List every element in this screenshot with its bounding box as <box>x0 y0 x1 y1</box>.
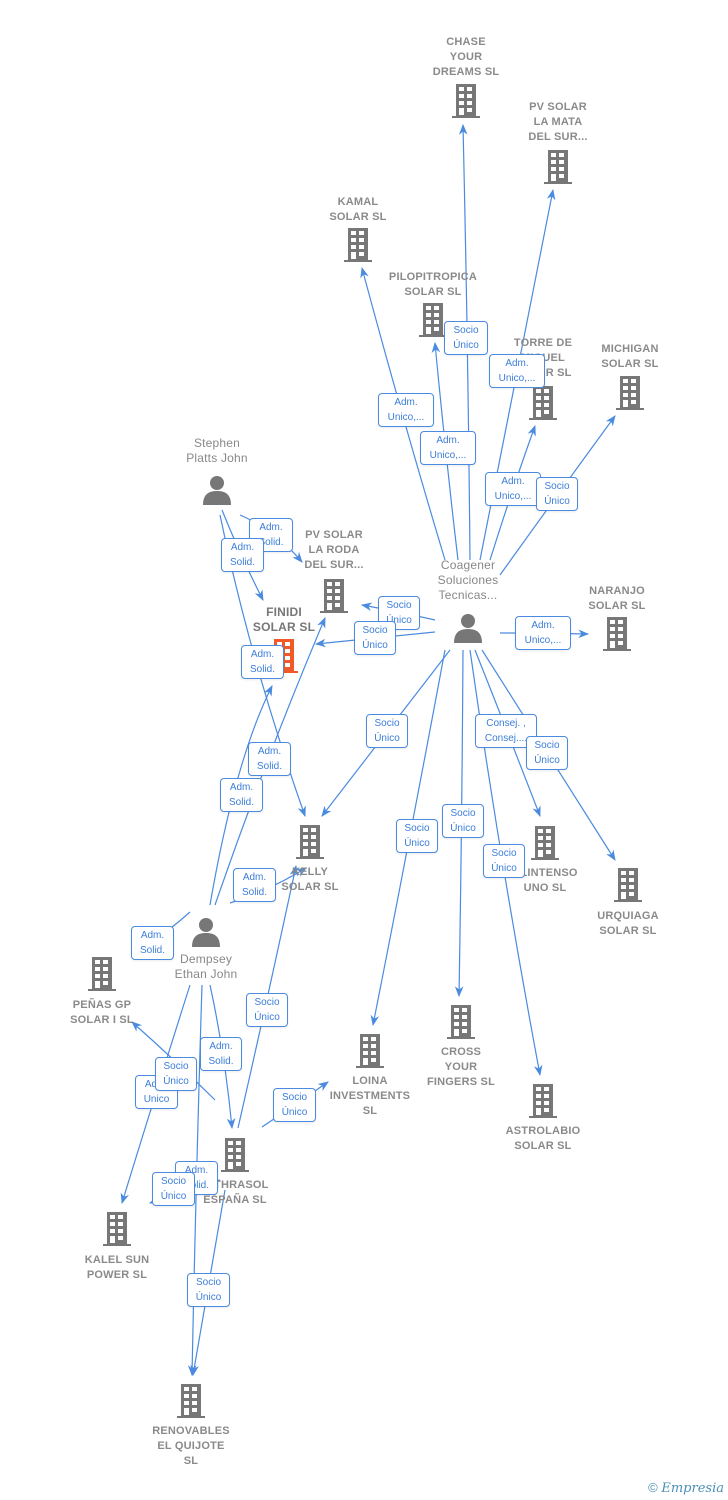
relation-label[interactable]: Adm. Solid. <box>221 538 264 572</box>
building-icon[interactable] <box>295 824 325 865</box>
building-icon[interactable] <box>602 616 632 657</box>
relation-label[interactable]: Socio Único <box>442 804 484 838</box>
person-icon[interactable] <box>452 612 484 649</box>
relation-label[interactable]: Adm. Unico,... <box>489 354 545 388</box>
relation-label[interactable]: Adm. Unico,... <box>485 472 541 506</box>
node-label-renovables-el-quijote-sl[interactable]: RENOVABLES EL QUIJOTE SL <box>131 1424 251 1469</box>
relation-label[interactable]: Socio Único <box>354 621 396 655</box>
building-icon[interactable] <box>451 83 481 124</box>
person-icon[interactable] <box>201 474 233 511</box>
relation-label[interactable]: Socio Único <box>273 1088 316 1122</box>
relation-label[interactable]: Adm. Solid. <box>131 926 174 960</box>
node-label-michigan-solar-sl[interactable]: MICHIGAN SOLAR SL <box>570 342 690 372</box>
relation-label[interactable]: Socio Único <box>246 993 288 1027</box>
relation-label[interactable]: Adm. Solid. <box>248 742 291 776</box>
relation-label[interactable]: Adm. Solid. <box>233 868 276 902</box>
node-label-kalel-sun-power-sl[interactable]: KALEL SUN POWER SL <box>57 1253 177 1283</box>
copyright-symbol: © <box>648 1480 658 1495</box>
node-label-pv-solar-la-mata-del-sur[interactable]: PV SOLAR LA MATA DEL SUR... <box>498 100 618 145</box>
node-label-stephen-platts-john[interactable]: Stephen Platts John <box>157 436 277 466</box>
relation-label[interactable]: Adm. Solid. <box>241 645 284 679</box>
building-icon[interactable] <box>343 227 373 268</box>
node-label-pilopitropica-solar-sl[interactable]: PILOPITROPICA SOLAR SL <box>373 270 493 300</box>
relation-label[interactable]: Socio Único <box>444 321 488 355</box>
relation-label[interactable]: Adm. Unico,... <box>420 431 476 465</box>
node-label-kamal-solar-sl[interactable]: KAMAL SOLAR SL <box>298 195 418 225</box>
building-icon[interactable] <box>220 1137 250 1178</box>
building-icon[interactable] <box>615 375 645 416</box>
node-label-urquiaga-solar-sl[interactable]: URQUIAGA SOLAR SL <box>568 909 688 939</box>
node-label-naranjo-solar-sl[interactable]: NARANJO SOLAR SL <box>557 584 677 614</box>
brand-name: Empresia <box>661 1481 724 1496</box>
node-label-coagener-soluciones-tecnicas[interactable]: Coagener Soluciones Tecnicas... <box>408 558 528 603</box>
building-icon[interactable] <box>528 385 558 426</box>
building-icon[interactable] <box>543 149 573 190</box>
relation-label[interactable]: Adm. Unico,... <box>378 393 434 427</box>
building-icon[interactable] <box>355 1033 385 1074</box>
relation-label[interactable]: Socio Único <box>536 477 578 511</box>
building-icon[interactable] <box>446 1004 476 1045</box>
relation-label[interactable]: Adm. Unico,... <box>515 616 571 650</box>
building-icon[interactable] <box>87 956 117 997</box>
node-label-cross-your-fingers-sl[interactable]: CROSS YOUR FINGERS SL <box>401 1045 521 1090</box>
building-icon[interactable] <box>528 1083 558 1124</box>
person-icon[interactable] <box>190 916 222 953</box>
relation-label[interactable]: Socio Único <box>526 736 568 770</box>
relation-label[interactable]: Adm. Solid. <box>200 1037 242 1071</box>
node-label-penas-gp-solar-i-sl[interactable]: PEÑAS GP SOLAR I SL <box>42 998 162 1028</box>
building-icon[interactable] <box>530 825 560 866</box>
relation-label[interactable]: Adm. Solid. <box>220 778 263 812</box>
empresia-logo[interactable]: © Empresia <box>648 1480 724 1496</box>
node-label-chase-your-dreams-sl[interactable]: CHASE YOUR DREAMS SL <box>406 35 526 80</box>
network-diagram: © Empresia CHASE YOUR DREAMS SL PV SOLAR … <box>0 0 728 1500</box>
relation-label[interactable]: Socio Único <box>396 819 438 853</box>
node-label-astrolabio-solar-sl[interactable]: ASTROLABIO SOLAR SL <box>483 1124 603 1154</box>
relation-label[interactable]: Socio Único <box>483 844 525 878</box>
relation-label[interactable]: Socio Único <box>152 1172 195 1206</box>
building-icon[interactable] <box>613 867 643 908</box>
building-icon[interactable] <box>176 1383 206 1424</box>
node-label-finidi-solar-sl[interactable]: FINIDI SOLAR SL <box>224 605 344 635</box>
relation-label[interactable]: Socio Único <box>366 714 408 748</box>
building-icon[interactable] <box>102 1211 132 1252</box>
relation-label[interactable]: Socio Único <box>187 1273 230 1307</box>
relation-label[interactable]: Socio Único <box>155 1057 197 1091</box>
